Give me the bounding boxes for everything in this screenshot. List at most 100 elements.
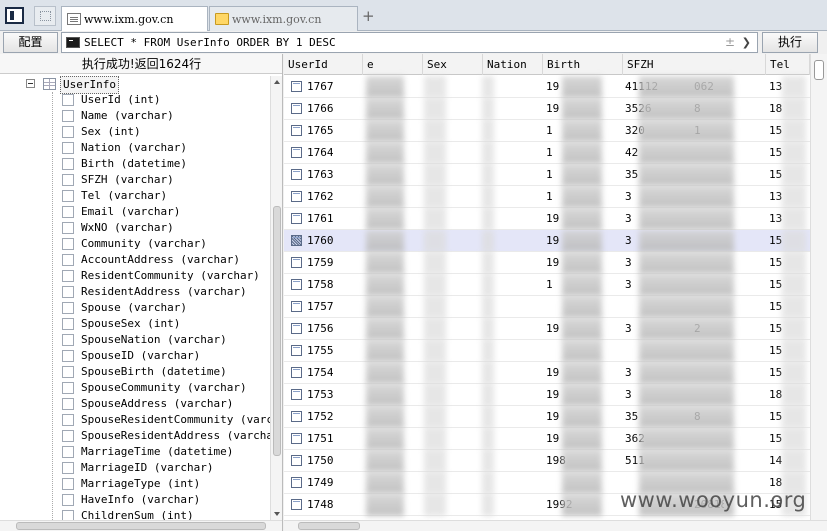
row-icon <box>291 455 302 466</box>
redaction-blur <box>482 186 494 208</box>
sidebar-toggle-icon[interactable] <box>5 7 24 24</box>
scroll-thumb[interactable] <box>298 522 360 530</box>
table-row[interactable]: 1760 19 3 15 <box>284 230 810 252</box>
table-row[interactable]: 1759 19 3 15 <box>284 252 810 274</box>
column-icon <box>62 206 74 218</box>
tab-ixm-active[interactable]: www.ixm.gov.cn <box>61 6 208 32</box>
column-header-name[interactable]: e <box>363 54 423 75</box>
redaction-blur <box>482 98 494 120</box>
table-row[interactable]: 1753 19 3 18 <box>284 384 810 406</box>
column-header-userid[interactable]: UserId <box>284 54 363 75</box>
scroll-thumb[interactable] <box>814 60 824 80</box>
scroll-down-icon[interactable] <box>274 512 280 516</box>
table-row[interactable]: 1762 1 3 13 <box>284 186 810 208</box>
column-icon <box>62 446 74 458</box>
column-icon <box>62 510 74 520</box>
redaction-blur <box>639 98 734 120</box>
field-label: ResidentCommunity (varchar) <box>81 269 260 282</box>
redaction-blur <box>562 230 602 252</box>
table-row[interactable]: 1756193215 <box>284 318 810 340</box>
redaction-blur <box>424 208 446 230</box>
column-icon <box>62 414 74 426</box>
redaction-blur <box>562 186 602 208</box>
grid-view-icon[interactable] <box>34 6 56 26</box>
execute-button[interactable]: 执行 <box>762 32 818 53</box>
redaction-blur <box>782 76 806 98</box>
column-header-birth[interactable]: Birth <box>543 54 623 75</box>
column-header-sex[interactable]: Sex <box>423 54 483 75</box>
row-icon <box>291 301 302 312</box>
tree-vertical-scrollbar[interactable] <box>270 76 282 520</box>
table-row[interactable]: 1750 198 511 14 <box>284 450 810 472</box>
table-row[interactable]: 1757 15 <box>284 296 810 318</box>
redaction-blur <box>366 98 404 120</box>
tab-ixm-folder[interactable]: www.ixm.gov.cn <box>209 6 358 31</box>
column-header-tel[interactable]: Tel <box>766 54 810 75</box>
table-row[interactable]: 1764 1 42 15 <box>284 142 810 164</box>
redaction-blur <box>482 428 494 450</box>
redaction-blur <box>782 252 806 274</box>
redaction-blur <box>482 142 494 164</box>
table-row[interactable]: 1766193526818 <box>284 98 810 120</box>
row-icon <box>291 411 302 422</box>
redaction-blur <box>366 362 404 384</box>
table-row[interactable]: 1755 15 <box>284 340 810 362</box>
redaction-blur <box>424 384 446 406</box>
row-icon <box>291 345 302 356</box>
redaction-blur <box>562 384 602 406</box>
grid-header: UserId e Sex Nation Birth SFZH Tel <box>284 54 827 75</box>
column-icon <box>62 398 74 410</box>
redaction-blur <box>639 252 734 274</box>
column-icon <box>62 430 74 442</box>
redaction-blur <box>639 186 734 208</box>
collapse-icon[interactable] <box>26 79 35 88</box>
page-icon <box>67 13 81 25</box>
table-icon <box>43 78 56 90</box>
redaction-blur <box>639 450 734 472</box>
redaction-blur <box>782 318 806 340</box>
table-row[interactable]: 17521935815 <box>284 406 810 428</box>
column-icon <box>62 190 74 202</box>
scroll-thumb[interactable] <box>16 522 266 530</box>
scroll-thumb[interactable] <box>273 206 281 456</box>
column-icon <box>62 494 74 506</box>
redaction-blur <box>562 494 602 516</box>
grid-horizontal-scrollbar[interactable] <box>284 520 827 531</box>
redaction-blur <box>482 120 494 142</box>
redaction-blur <box>782 274 806 296</box>
new-tab-icon[interactable]: + <box>362 9 375 24</box>
redaction-blur <box>424 428 446 450</box>
redaction-blur <box>782 186 806 208</box>
redaction-blur <box>482 384 494 406</box>
column-icon <box>62 286 74 298</box>
tree-horizontal-scrollbar[interactable] <box>0 520 282 531</box>
table-row[interactable]: 17651320115 <box>284 120 810 142</box>
column-header-nation[interactable]: Nation <box>483 54 543 75</box>
redaction-blur <box>424 274 446 296</box>
config-button[interactable]: 配置 <box>3 32 58 53</box>
app-window: www.ixm.gov.cn www.ixm.gov.cn + 配置 SELEC… <box>0 0 827 531</box>
table-row[interactable]: 1758 1 3 15 <box>284 274 810 296</box>
table-row[interactable]: 1754 19 3 15 <box>284 362 810 384</box>
redaction-blur <box>366 296 404 318</box>
redaction-blur <box>366 142 404 164</box>
table-row[interactable]: 1761 19 3 13 <box>284 208 810 230</box>
cell-userid: 1754 <box>307 366 334 379</box>
table-row[interactable]: 1751 19 362 15 <box>284 428 810 450</box>
redaction-blur <box>782 296 806 318</box>
table-row[interactable]: 1767194111206213 <box>284 76 810 98</box>
redaction-blur <box>562 274 602 296</box>
field-label: AccountAddress (varchar) <box>81 253 240 266</box>
column-icon <box>62 318 74 330</box>
redaction-blur <box>562 428 602 450</box>
cell-userid: 1752 <box>307 410 334 423</box>
grid-vertical-scrollbar[interactable] <box>810 54 827 520</box>
tab-bar: www.ixm.gov.cn www.ixm.gov.cn + <box>0 0 827 32</box>
plusminus-icon[interactable]: ± <box>725 33 735 52</box>
redaction-blur <box>482 406 494 428</box>
table-row[interactable]: 1763 1 35 15 <box>284 164 810 186</box>
scroll-up-icon[interactable] <box>274 80 280 84</box>
chevron-down-icon[interactable]: ❯ <box>742 33 751 52</box>
sql-input[interactable]: SELECT * FROM UserInfo ORDER BY 1 DESC ±… <box>61 32 758 53</box>
column-header-sfzh[interactable]: SFZH <box>623 54 766 75</box>
